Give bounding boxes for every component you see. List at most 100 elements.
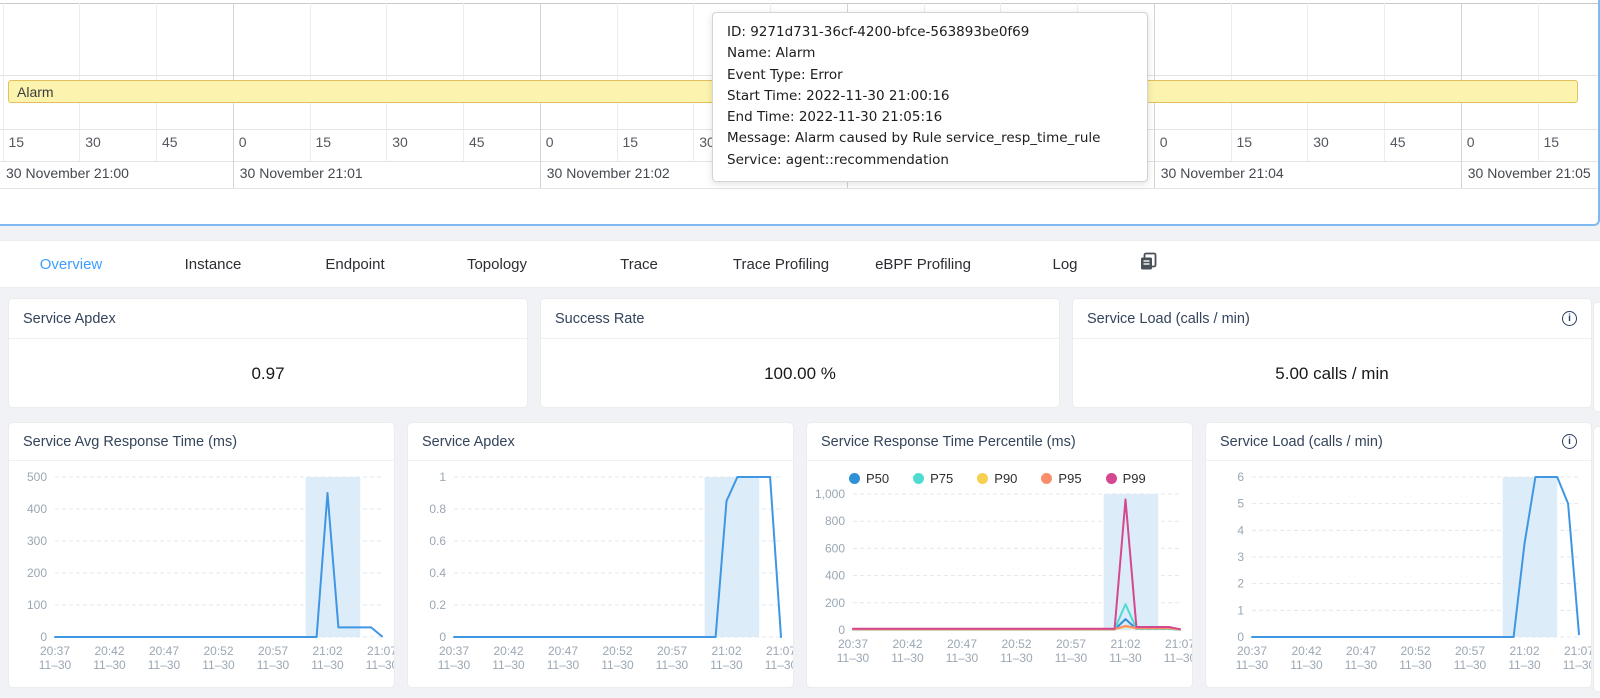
svg-text:20:5211–30: 20:5211–30 bbox=[601, 644, 634, 672]
tooltip-id-line: ID: 9271d731-36cf-4200-bfce-563893be0f69 bbox=[727, 22, 1133, 43]
tooltip-name-line: Name: Alarm bbox=[727, 43, 1133, 64]
svg-text:20:5211–30: 20:5211–30 bbox=[1000, 637, 1033, 665]
info-icon[interactable]: i bbox=[1562, 434, 1577, 449]
svg-text:0: 0 bbox=[439, 630, 446, 644]
svg-text:1,000: 1,000 bbox=[815, 487, 845, 501]
tab-log[interactable]: Log bbox=[994, 256, 1136, 273]
legend-item-p75[interactable]: P75 bbox=[913, 471, 953, 486]
svg-text:300: 300 bbox=[27, 534, 47, 548]
partial-card bbox=[1593, 302, 1600, 412]
timeline-tick-label: 0 bbox=[1467, 134, 1475, 150]
svg-text:20:5211–30: 20:5211–30 bbox=[202, 644, 235, 672]
svg-text:400: 400 bbox=[825, 569, 845, 583]
copy-endpoints-button[interactable] bbox=[1138, 251, 1159, 277]
tooltip-message-line: Message: Alarm caused by Rule service_re… bbox=[727, 128, 1133, 149]
svg-text:21:0711–30: 21:0711–30 bbox=[765, 644, 794, 672]
line-chart-response-time-percentile[interactable]: P50P75P90P95P9902004006008001,00020:3711… bbox=[807, 461, 1192, 681]
timeline-date-label: 30 November 21:05 bbox=[1468, 165, 1591, 181]
svg-text:4: 4 bbox=[1237, 523, 1244, 537]
svg-text:2: 2 bbox=[1237, 577, 1244, 591]
tab-endpoint[interactable]: Endpoint bbox=[284, 256, 426, 273]
timeline-date-label: 30 November 21:00 bbox=[6, 165, 129, 181]
chart-card-title: Service Load (calls / min) bbox=[1220, 434, 1383, 450]
svg-text:20:5711–30: 20:5711–30 bbox=[1055, 637, 1088, 665]
stat-card-title: Service Load (calls / min) bbox=[1087, 311, 1250, 327]
copy-documents-icon bbox=[1138, 251, 1159, 277]
svg-text:20:5211–30: 20:5211–30 bbox=[1399, 644, 1432, 672]
chart-plot: 010020030040050020:3711–3020:4211–3020:4… bbox=[9, 461, 395, 683]
timeline-tick-label: 15 bbox=[1544, 134, 1560, 150]
legend-dot bbox=[977, 473, 988, 484]
svg-text:5: 5 bbox=[1237, 497, 1244, 511]
stat-card-title: Service Apdex bbox=[23, 311, 116, 327]
event-tooltip: ID: 9271d731-36cf-4200-bfce-563893be0f69… bbox=[712, 12, 1148, 182]
info-icon[interactable]: i bbox=[1562, 311, 1577, 326]
svg-text:1: 1 bbox=[439, 470, 446, 484]
svg-text:20:4211–30: 20:4211–30 bbox=[93, 644, 126, 672]
svg-text:100: 100 bbox=[27, 598, 47, 612]
svg-text:20:4711–30: 20:4711–30 bbox=[547, 644, 580, 672]
svg-text:600: 600 bbox=[825, 541, 845, 555]
svg-text:21:0211–30: 21:0211–30 bbox=[1508, 644, 1541, 672]
tab-ebpf-profiling[interactable]: eBPF Profiling bbox=[852, 256, 994, 273]
svg-text:21:0711–30: 21:0711–30 bbox=[1563, 644, 1592, 672]
timeline-tick-label: 30 bbox=[392, 134, 408, 150]
tooltip-event-type-line: Event Type: Error bbox=[727, 65, 1133, 86]
timeline-grid-vline bbox=[3, 3, 4, 161]
chart-card-title: Service Avg Response Time (ms) bbox=[23, 434, 237, 450]
tooltip-service-line: Service: agent::recommendation bbox=[727, 150, 1133, 171]
timeline-tick-label: 30 bbox=[1313, 134, 1329, 150]
svg-text:20:3711–30: 20:3711–30 bbox=[837, 637, 870, 665]
stat-card-value: 0.97 bbox=[9, 339, 527, 408]
svg-text:20:5711–30: 20:5711–30 bbox=[656, 644, 689, 672]
svg-text:20:3711–30: 20:3711–30 bbox=[438, 644, 471, 672]
legend-item-p90[interactable]: P90 bbox=[977, 471, 1017, 486]
timeline-date-label: 30 November 21:04 bbox=[1161, 165, 1284, 181]
timeline-tick-label: 45 bbox=[162, 134, 178, 150]
event-timeline-panel: 153045015304501530450153045015304501530 … bbox=[0, 0, 1600, 226]
timeline-tick-label: 45 bbox=[1390, 134, 1406, 150]
line-chart-avg-response-time[interactable]: 010020030040050020:3711–3020:4211–3020:4… bbox=[9, 461, 394, 688]
svg-text:21:0711–30: 21:0711–30 bbox=[366, 644, 395, 672]
timeline-grid-hline bbox=[0, 3, 1600, 4]
legend-dot bbox=[849, 473, 860, 484]
legend-item-p99[interactable]: P99 bbox=[1106, 471, 1146, 486]
line-chart-service-apdex[interactable]: 00.20.40.60.8120:3711–3020:4211–3020:471… bbox=[408, 461, 793, 688]
svg-text:20:5711–30: 20:5711–30 bbox=[257, 644, 290, 672]
stat-card-title: Success Rate bbox=[555, 311, 644, 327]
line-chart-service-load[interactable]: 012345620:3711–3020:4211–3020:4711–3020:… bbox=[1206, 461, 1591, 688]
timeline-tick-label: 15 bbox=[9, 134, 25, 150]
tab-instance[interactable]: Instance bbox=[142, 256, 284, 273]
stat-card-value: 5.00 calls / min bbox=[1073, 339, 1591, 408]
chart-plot: 00.20.40.60.8120:3711–3020:4211–3020:471… bbox=[408, 461, 794, 683]
svg-text:21:0711–30: 21:0711–30 bbox=[1164, 637, 1193, 665]
legend-dot bbox=[913, 473, 924, 484]
stat-card-success-rate: Success Rate 100.00 % bbox=[540, 298, 1060, 408]
legend-dot bbox=[1041, 473, 1052, 484]
timeline-date-label: 30 November 21:02 bbox=[547, 165, 670, 181]
svg-text:400: 400 bbox=[27, 502, 47, 516]
svg-text:20:3711–30: 20:3711–30 bbox=[39, 644, 72, 672]
tab-overview[interactable]: Overview bbox=[0, 256, 142, 273]
tab-trace[interactable]: Trace bbox=[568, 256, 710, 273]
tab-topology[interactable]: Topology bbox=[426, 256, 568, 273]
timeline-tick-label: 15 bbox=[623, 134, 639, 150]
stat-card-service-apdex: Service Apdex 0.97 bbox=[8, 298, 528, 408]
timeline-tick-label: 0 bbox=[239, 134, 247, 150]
stat-card-value: 100.00 % bbox=[541, 339, 1059, 408]
legend-dot bbox=[1106, 473, 1117, 484]
legend-item-p50[interactable]: P50 bbox=[849, 471, 889, 486]
legend-item-p95[interactable]: P95 bbox=[1041, 471, 1081, 486]
timeline-tick-label: 15 bbox=[316, 134, 332, 150]
timeline-tick-label: 0 bbox=[1160, 134, 1168, 150]
svg-text:21:0211–30: 21:0211–30 bbox=[710, 644, 743, 672]
svg-text:200: 200 bbox=[27, 566, 47, 580]
svg-text:0: 0 bbox=[838, 623, 845, 637]
svg-text:0.4: 0.4 bbox=[429, 566, 446, 580]
svg-text:21:0211–30: 21:0211–30 bbox=[1109, 637, 1142, 665]
tab-trace-profiling[interactable]: Trace Profiling bbox=[710, 256, 852, 273]
svg-text:20:3711–30: 20:3711–30 bbox=[1236, 644, 1269, 672]
svg-text:0.8: 0.8 bbox=[429, 502, 446, 516]
svg-text:21:0211–30: 21:0211–30 bbox=[311, 644, 344, 672]
timeline-grid-hline bbox=[0, 188, 1600, 189]
